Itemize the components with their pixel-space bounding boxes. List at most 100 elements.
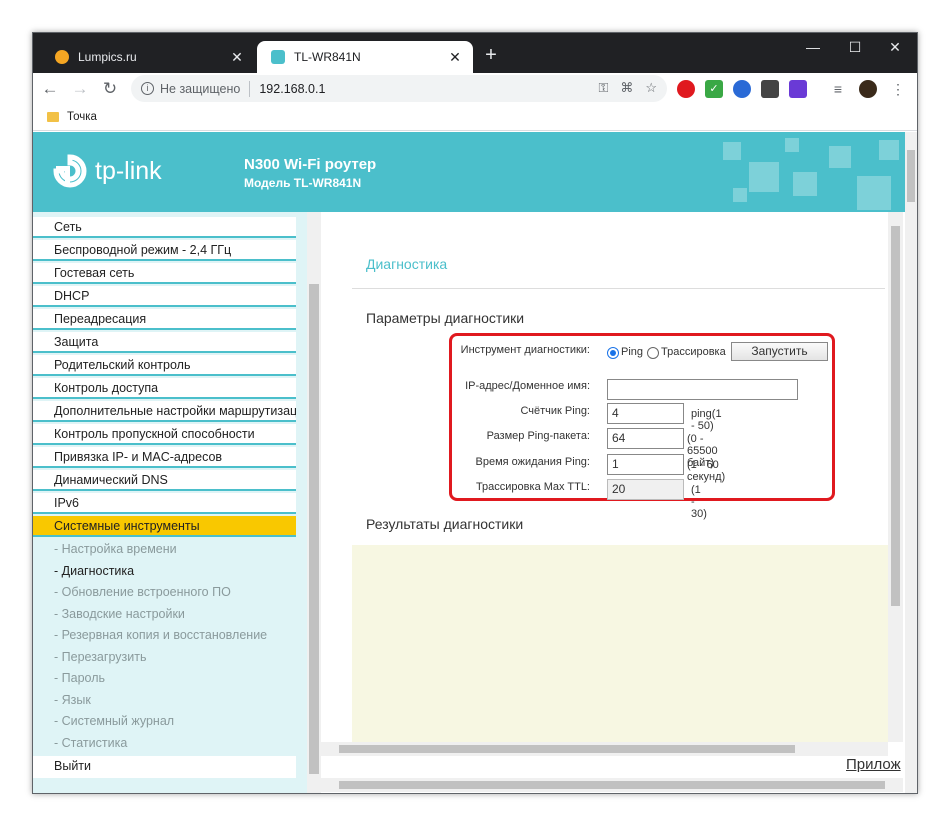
- page-content: tp-link N300 Wi-Fi роутер Модель TL-WR84…: [33, 132, 917, 793]
- timeout-hint: (1 - 60 секунд): [687, 459, 726, 483]
- size-input[interactable]: 64: [607, 428, 684, 449]
- menu-item-ipv6[interactable]: IPv6: [33, 493, 296, 514]
- menu-kebab-icon[interactable]: ⋮: [889, 80, 907, 98]
- ping-option-label: Ping: [621, 346, 644, 358]
- menu-item-security[interactable]: Защита: [33, 332, 296, 353]
- tab-title: TL-WR841N: [294, 50, 361, 64]
- main-hscroll-thumb[interactable]: [339, 745, 795, 753]
- key-icon[interactable]: ⚿: [598, 80, 608, 96]
- main-panel: Диагностика Параметры диагностики Инстру…: [321, 212, 917, 793]
- menu-item-wireless[interactable]: Беспроводной режим - 2,4 ГГц: [33, 240, 296, 261]
- brand-name: tp-link: [95, 156, 162, 185]
- tab-close-icon[interactable]: ✕: [229, 49, 245, 65]
- sidebar-scroll-thumb[interactable]: [309, 284, 319, 774]
- tab-router[interactable]: TL-WR841N ✕: [257, 41, 473, 73]
- menu-item-dhcp[interactable]: DHCP: [33, 286, 296, 307]
- browser-toolbar: ← → ↻ i Не защищено 192.168.0.1 ⚿ ⌘ ☆: [33, 73, 917, 104]
- page-scroll-thumb[interactable]: [907, 150, 915, 202]
- security-label: Не защищено: [160, 81, 241, 96]
- avatar[interactable]: [859, 80, 877, 98]
- submenu-statistics[interactable]: - Статистика: [54, 736, 127, 750]
- package-extension-icon[interactable]: [761, 80, 779, 98]
- translate-icon[interactable]: ⌘: [620, 80, 633, 96]
- url-text[interactable]: 192.168.0.1: [259, 82, 325, 96]
- bookmarks-bar: Точка: [33, 104, 917, 131]
- header-decoration: [829, 146, 851, 168]
- folder-icon: [47, 112, 59, 122]
- minimize-button[interactable]: —: [793, 33, 833, 61]
- opera-extension-icon[interactable]: [677, 80, 695, 98]
- tplink-logo-icon: [53, 154, 87, 188]
- submenu-backup[interactable]: - Резервная копия и восстановление: [54, 628, 267, 642]
- submenu-diagnostics[interactable]: - Диагностика: [54, 564, 134, 578]
- product-name: N300 Wi-Fi роутер: [244, 156, 377, 173]
- tplink-favicon-icon: [271, 50, 285, 64]
- close-window-button[interactable]: ✕: [875, 33, 915, 61]
- menu-item-logout[interactable]: Выйти: [33, 756, 296, 778]
- star-icon[interactable]: ☆: [645, 80, 657, 96]
- header-decoration: [879, 140, 899, 160]
- info-icon[interactable]: i: [141, 82, 154, 95]
- header-decoration: [857, 176, 891, 210]
- reading-list-icon[interactable]: ≡: [829, 80, 847, 98]
- menu-item-access-control[interactable]: Контроль доступа: [33, 378, 296, 399]
- page-scrollbar[interactable]: [905, 132, 917, 793]
- menu-item-parental[interactable]: Родительский контроль: [33, 355, 296, 376]
- menu-item-forwarding[interactable]: Переадресация: [33, 309, 296, 330]
- vpn-extension-icon[interactable]: [733, 80, 751, 98]
- menu-item-network[interactable]: Сеть: [33, 217, 296, 238]
- page-title: Диагностика: [366, 256, 448, 272]
- header-decoration: [723, 142, 741, 160]
- model-name: Модель TL-WR841N: [244, 176, 362, 190]
- sidebar-scrollbar[interactable]: [307, 212, 321, 793]
- ttl-hint: (1 - 30): [691, 484, 707, 520]
- results-area: [352, 545, 888, 742]
- check-extension-icon[interactable]: ✓: [705, 80, 723, 98]
- timeout-label: Время ожидания Ping:: [475, 456, 591, 468]
- browser-window: Lumpics.ru ✕ TL-WR841N ✕ + — ☐ ✕ ← → ↻ i…: [32, 32, 918, 794]
- submenu-time[interactable]: - Настройка времени: [54, 542, 177, 556]
- ping-radio[interactable]: [607, 347, 619, 359]
- menu-item-system-tools[interactable]: Системные инструменты: [33, 516, 296, 537]
- main-hscrollbar[interactable]: [321, 742, 888, 756]
- tab-lumpics[interactable]: Lumpics.ru ✕: [41, 41, 255, 73]
- submenu-factory[interactable]: - Заводские настройки: [54, 607, 185, 621]
- header-decoration: [749, 162, 779, 192]
- submenu-password[interactable]: - Пароль: [54, 671, 105, 685]
- purple-extension-icon[interactable]: [789, 80, 807, 98]
- main-scroll-thumb[interactable]: [891, 226, 900, 606]
- back-button[interactable]: ←: [37, 76, 63, 102]
- omnibox-divider: [249, 80, 251, 97]
- main-scrollbar[interactable]: [888, 212, 903, 742]
- new-tab-button[interactable]: +: [479, 43, 503, 67]
- submenu-firmware[interactable]: - Обновление встроенного ПО: [54, 585, 231, 599]
- menu-item-guest[interactable]: Гостевая сеть: [33, 263, 296, 284]
- ttl-label: Трассировка Max TTL:: [475, 481, 590, 493]
- submenu-reboot[interactable]: - Перезагрузить: [54, 650, 146, 664]
- menu-item-bandwidth[interactable]: Контроль пропускной способности: [33, 424, 296, 445]
- trace-radio[interactable]: [647, 347, 659, 359]
- tab-close-icon[interactable]: ✕: [447, 49, 463, 65]
- results-heading: Результаты диагностики: [366, 516, 524, 532]
- menu-item-ddns[interactable]: Динамический DNS: [33, 470, 296, 491]
- trace-option-label: Трассировка: [661, 346, 726, 358]
- menu-item-ip-mac[interactable]: Привязка IP- и MAC-адресов: [33, 447, 296, 468]
- forward-button[interactable]: →: [67, 76, 93, 102]
- params-heading: Параметры диагностики: [366, 310, 525, 326]
- submenu-language[interactable]: - Язык: [54, 693, 91, 707]
- reload-button[interactable]: ↻: [97, 76, 123, 102]
- submenu-log[interactable]: - Системный журнал: [54, 714, 174, 728]
- tab-title: Lumpics.ru: [78, 50, 137, 64]
- run-button[interactable]: Запустить: [731, 342, 828, 361]
- outer-hscroll-thumb[interactable]: [339, 781, 885, 789]
- count-input[interactable]: 4: [607, 403, 684, 424]
- address-bar[interactable]: i Не защищено 192.168.0.1 ⚿ ⌘ ☆: [131, 75, 667, 102]
- ip-input[interactable]: [607, 379, 798, 400]
- maximize-button[interactable]: ☐: [835, 33, 875, 61]
- tplink-logo: tp-link: [53, 154, 162, 188]
- menu-item-routing[interactable]: Дополнительные настройки маршрутизации: [33, 401, 296, 422]
- help-link[interactable]: Прилож: [846, 756, 901, 773]
- timeout-input[interactable]: 1: [607, 454, 684, 475]
- outer-hscrollbar[interactable]: [321, 778, 903, 792]
- bookmark-item[interactable]: Точка: [67, 111, 97, 123]
